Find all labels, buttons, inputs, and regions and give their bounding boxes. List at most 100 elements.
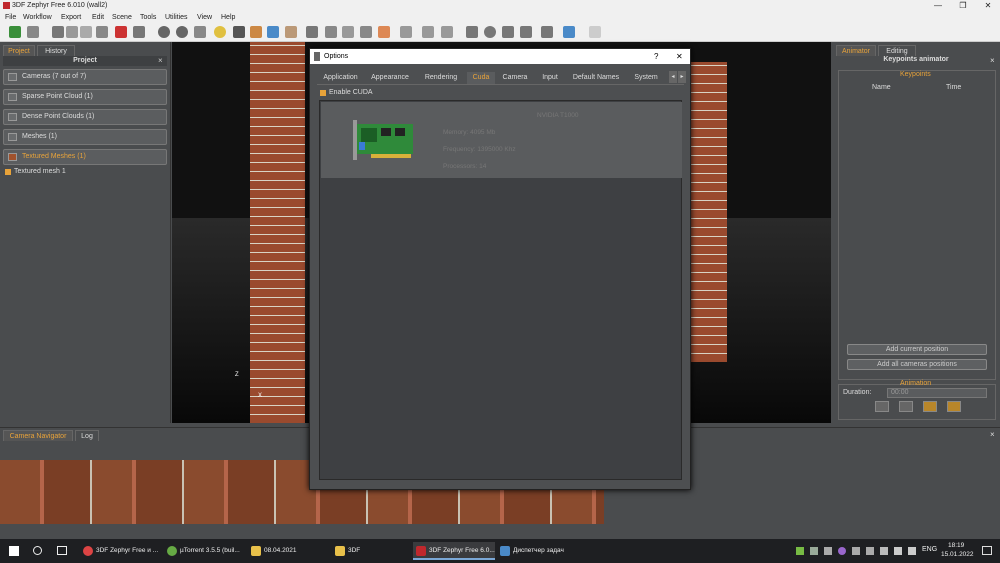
- item-meshes[interactable]: Meshes (1): [3, 129, 167, 145]
- language-indicator[interactable]: ENG: [922, 546, 937, 553]
- new-project-icon[interactable]: [9, 26, 21, 38]
- item-textured-meshes[interactable]: Textured Meshes (1): [3, 149, 167, 165]
- animator-close-icon[interactable]: ×: [990, 56, 995, 65]
- lasso-icon[interactable]: [325, 26, 337, 38]
- close-window-button[interactable]: ✕: [976, 0, 1000, 12]
- windows-start-icon[interactable]: [9, 546, 19, 556]
- item-sparse-cloud[interactable]: Sparse Point Cloud (1): [3, 89, 167, 105]
- save-icon[interactable]: [27, 26, 39, 38]
- forward-icon[interactable]: [441, 26, 453, 38]
- orbit-icon[interactable]: [158, 26, 170, 38]
- measure-icon[interactable]: [520, 26, 532, 38]
- menu-export[interactable]: Export: [61, 12, 81, 23]
- minimize-button[interactable]: —: [926, 0, 950, 12]
- stop-icon[interactable]: [899, 401, 913, 412]
- menu-view[interactable]: View: [197, 12, 212, 23]
- clock-date[interactable]: 15.01.2022: [941, 551, 974, 558]
- item-cameras[interactable]: Cameras (7 out of 7): [3, 69, 167, 85]
- pan-icon[interactable]: [194, 26, 206, 38]
- notifications-icon[interactable]: [982, 546, 992, 555]
- grid-icon[interactable]: [66, 26, 78, 38]
- box-select-icon[interactable]: [342, 26, 354, 38]
- tab-input[interactable]: Input: [535, 72, 565, 84]
- export-animation-icon[interactable]: [947, 401, 961, 412]
- enable-cuda-label[interactable]: Enable CUDA: [329, 89, 373, 96]
- tab-camera[interactable]: Camera: [498, 72, 532, 84]
- viber-tray-icon[interactable]: [838, 547, 846, 555]
- nvidia-tray-icon[interactable]: [796, 547, 804, 555]
- tray-icon[interactable]: [824, 547, 832, 555]
- tab-application[interactable]: Application: [318, 72, 363, 84]
- project-close-icon[interactable]: ×: [158, 56, 163, 65]
- tray-icon[interactable]: [866, 547, 874, 555]
- help-icon[interactable]: [589, 26, 601, 38]
- box-3d-icon[interactable]: [563, 26, 575, 38]
- tray-icon[interactable]: [810, 547, 818, 555]
- tab-scroll-right-icon[interactable]: ▸: [678, 71, 686, 83]
- tray-icon[interactable]: [852, 547, 860, 555]
- tab-animator[interactable]: Animator: [836, 45, 876, 56]
- duration-input[interactable]: 00:00: [887, 388, 987, 398]
- cloud-icon[interactable]: [96, 26, 108, 38]
- points-icon[interactable]: [80, 26, 92, 38]
- tool-icon[interactable]: [541, 26, 553, 38]
- menu-scene[interactable]: Scene: [112, 12, 132, 23]
- light-icon[interactable]: [214, 26, 226, 38]
- cuda-device-item[interactable]: NVIDIA T1000 Memory: 4095 Mb Frequency: …: [321, 102, 682, 178]
- volume-icon[interactable]: [908, 547, 916, 555]
- task-utorrent[interactable]: µTorrent 3.5.5 (buil...: [164, 542, 246, 560]
- cube-icon[interactable]: [360, 26, 372, 38]
- scale-icon[interactable]: [466, 26, 478, 38]
- clock-time[interactable]: 18:19: [948, 542, 964, 549]
- task-chrome[interactable]: 3DF Zephyr Free и ...: [80, 542, 162, 560]
- maximize-button[interactable]: ❐: [951, 0, 975, 12]
- tab-history[interactable]: History: [37, 45, 75, 56]
- add-current-position-button[interactable]: Add current position: [847, 344, 987, 355]
- import-icon[interactable]: [52, 26, 64, 38]
- undo-icon[interactable]: [400, 26, 412, 38]
- task-view-icon[interactable]: [57, 546, 67, 555]
- tab-rendering[interactable]: Rendering: [418, 72, 464, 84]
- menu-help[interactable]: Help: [221, 12, 235, 23]
- enable-cuda-checkbox[interactable]: [320, 90, 326, 96]
- rotate-icon[interactable]: [176, 26, 188, 38]
- menu-edit[interactable]: Edit: [92, 12, 104, 23]
- back-icon[interactable]: [422, 26, 434, 38]
- monitor-icon[interactable]: [894, 547, 902, 555]
- search-icon[interactable]: [33, 546, 42, 555]
- rotate-object-icon[interactable]: [484, 26, 496, 38]
- record-icon[interactable]: [115, 26, 127, 38]
- tab-cuda[interactable]: Cuda: [467, 72, 495, 84]
- tab-log[interactable]: Log: [75, 430, 99, 441]
- bottom-close-icon[interactable]: ×: [990, 430, 995, 439]
- task-folder-2[interactable]: 3DF: [332, 542, 410, 560]
- loop-icon[interactable]: [923, 401, 937, 412]
- tab-camera-navigator[interactable]: Camera Navigator: [3, 430, 73, 441]
- camera-icon[interactable]: [133, 26, 145, 38]
- textured-mesh-checkbox[interactable]: [5, 169, 11, 175]
- filter-icon[interactable]: [378, 26, 390, 38]
- options-close-button[interactable]: ✕: [676, 49, 683, 64]
- menu-utilities[interactable]: Utilities: [165, 12, 188, 23]
- menu-workflow[interactable]: Workflow: [23, 12, 52, 23]
- tab-appearance[interactable]: Appearance: [366, 72, 414, 84]
- tab-default-names[interactable]: Default Names: [568, 72, 624, 84]
- add-all-cameras-button[interactable]: Add all cameras positions: [847, 359, 987, 370]
- menu-file[interactable]: File: [5, 12, 16, 23]
- brush-icon[interactable]: [285, 26, 297, 38]
- tab-system[interactable]: System: [628, 72, 664, 84]
- task-task-manager[interactable]: Диспетчер задач: [497, 542, 579, 560]
- options-help-button[interactable]: ?: [654, 49, 658, 64]
- tab-editing[interactable]: Editing: [878, 45, 916, 56]
- play-icon[interactable]: [875, 401, 889, 412]
- tab-scroll-left-icon[interactable]: ◂: [669, 71, 677, 83]
- item-dense-clouds[interactable]: Dense Point Clouds (1): [3, 109, 167, 125]
- menu-tools[interactable]: Tools: [140, 12, 156, 23]
- wand-icon[interactable]: [267, 26, 279, 38]
- task-3df-zephyr[interactable]: 3DF Zephyr Free 6.0...: [413, 542, 495, 560]
- network-icon[interactable]: [880, 547, 888, 555]
- move-icon[interactable]: [502, 26, 514, 38]
- task-folder-1[interactable]: 08.04.2021: [248, 542, 330, 560]
- color-triangle-icon[interactable]: [250, 26, 262, 38]
- triangle-icon[interactable]: [233, 26, 245, 38]
